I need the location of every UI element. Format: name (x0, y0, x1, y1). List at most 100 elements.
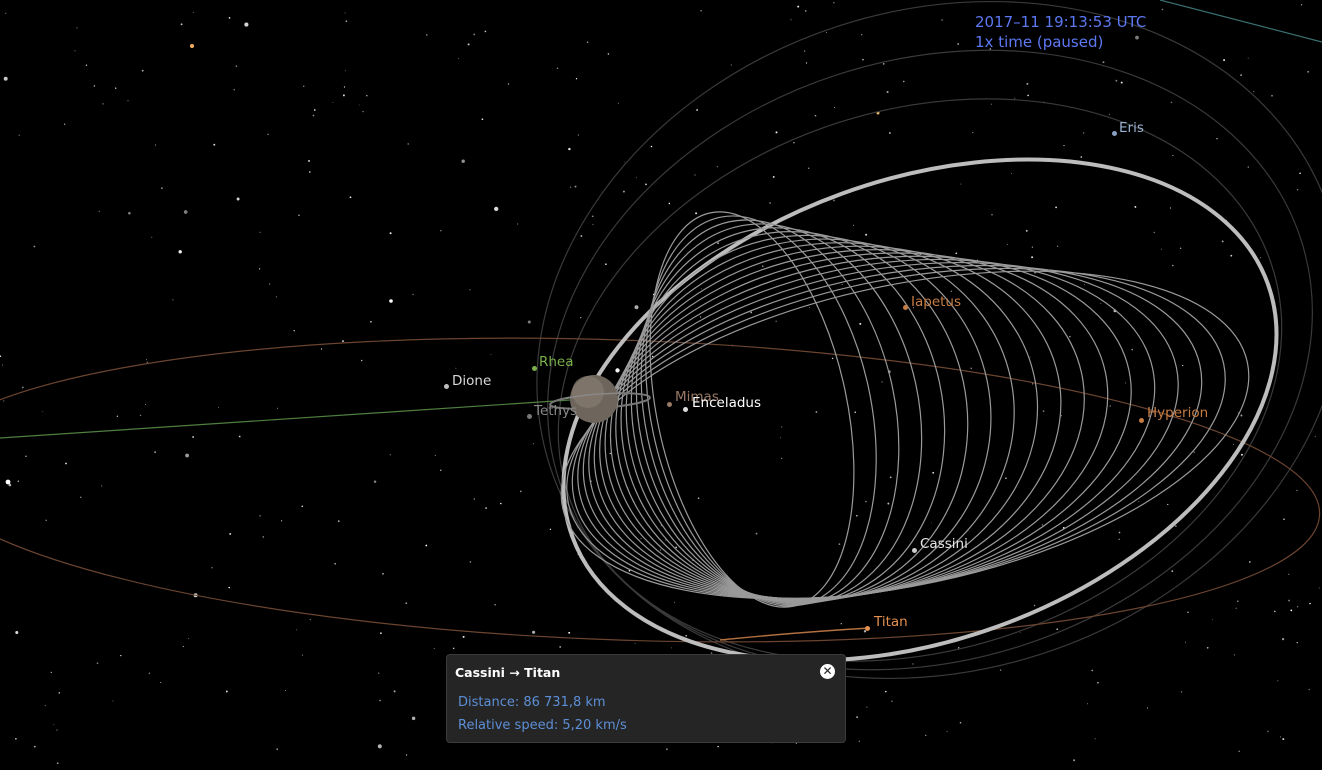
star (1187, 611, 1189, 614)
relative-speed-readout: Relative speed: 5,20 km/s (458, 718, 627, 733)
star (1288, 573, 1290, 575)
star (775, 320, 777, 322)
star (211, 567, 213, 569)
star (44, 705, 46, 707)
rhea-marker[interactable] (532, 366, 537, 371)
star (56, 729, 58, 731)
star (225, 690, 228, 693)
hyperion-marker[interactable] (1139, 418, 1144, 423)
cassini-label[interactable]: Cassini (920, 536, 968, 552)
enceladus-marker[interactable] (683, 407, 688, 412)
star (360, 359, 363, 362)
star (568, 631, 571, 634)
star (1260, 257, 1262, 259)
star (473, 498, 475, 500)
enceladus-label[interactable]: Enceladus (692, 395, 761, 411)
star (1253, 91, 1255, 93)
star (755, 532, 758, 535)
star (115, 87, 117, 89)
star (925, 734, 927, 737)
star (640, 538, 642, 540)
star (1282, 738, 1285, 741)
star (185, 453, 189, 458)
star (809, 307, 810, 308)
star (80, 496, 82, 498)
titan-marker[interactable] (865, 626, 870, 631)
time-rate[interactable]: 1x time (paused) (975, 32, 1146, 52)
star (959, 264, 961, 265)
dione-marker[interactable] (444, 384, 449, 389)
star (154, 144, 157, 146)
star (56, 762, 59, 765)
star (1010, 173, 1012, 175)
star (461, 159, 465, 163)
eris-label[interactable]: Eris (1119, 120, 1144, 136)
star (1309, 602, 1311, 605)
star (296, 629, 298, 631)
star (434, 455, 436, 457)
star (507, 83, 510, 85)
star (891, 700, 893, 702)
star (1283, 518, 1285, 521)
star (1296, 641, 1298, 644)
star (840, 623, 842, 625)
star (405, 602, 407, 604)
star (236, 197, 240, 201)
star (440, 229, 442, 232)
cassini-marker[interactable] (912, 548, 917, 553)
star (172, 299, 174, 301)
star (366, 95, 368, 97)
star (455, 367, 457, 369)
star (1056, 628, 1059, 631)
star (859, 322, 862, 325)
titan-label[interactable]: Titan (874, 614, 908, 630)
star (1247, 57, 1249, 59)
star (882, 62, 885, 65)
star (1031, 383, 1034, 385)
star (1182, 364, 1184, 367)
star (991, 214, 993, 216)
star (1174, 525, 1177, 528)
rhea-label[interactable]: Rhea (539, 354, 574, 370)
star (484, 30, 487, 33)
space-viewport[interactable]: Eris Iapetus Hyperion Rhea Dione Tethys … (0, 0, 1322, 770)
star (1146, 707, 1149, 709)
star (490, 353, 492, 355)
star (634, 642, 636, 644)
star (568, 147, 571, 151)
eris-marker[interactable] (1112, 131, 1117, 136)
orbit-titan-segment (719, 627, 871, 641)
star (1031, 246, 1034, 248)
tethys-marker[interactable] (527, 414, 532, 419)
star (358, 104, 360, 106)
star (1041, 524, 1044, 526)
star (85, 64, 88, 66)
star (1005, 477, 1007, 480)
star (700, 288, 702, 290)
star (188, 638, 190, 639)
iapetus-label[interactable]: Iapetus (911, 294, 961, 310)
star (244, 22, 249, 27)
star (675, 546, 678, 549)
star (699, 316, 702, 318)
simulation-time[interactable]: 2017–11 19:13:53 UTC 1x time (paused) (975, 12, 1146, 52)
iapetus-marker[interactable] (903, 305, 908, 310)
star (1279, 736, 1281, 738)
star (889, 132, 891, 134)
star (1206, 646, 1209, 649)
dione-label[interactable]: Dione (452, 373, 491, 389)
star (228, 586, 230, 589)
star (53, 724, 55, 725)
mimas-marker[interactable] (667, 402, 672, 407)
star (345, 20, 348, 22)
star (1288, 599, 1290, 602)
hyperion-label[interactable]: Hyperion (1147, 405, 1208, 421)
close-icon[interactable]: ✕ (820, 664, 835, 679)
tethys-label[interactable]: Tethys (534, 403, 577, 419)
star (259, 231, 261, 233)
star (1131, 348, 1133, 351)
star (160, 187, 163, 190)
star (50, 671, 52, 674)
star (775, 131, 778, 134)
star (990, 103, 993, 105)
